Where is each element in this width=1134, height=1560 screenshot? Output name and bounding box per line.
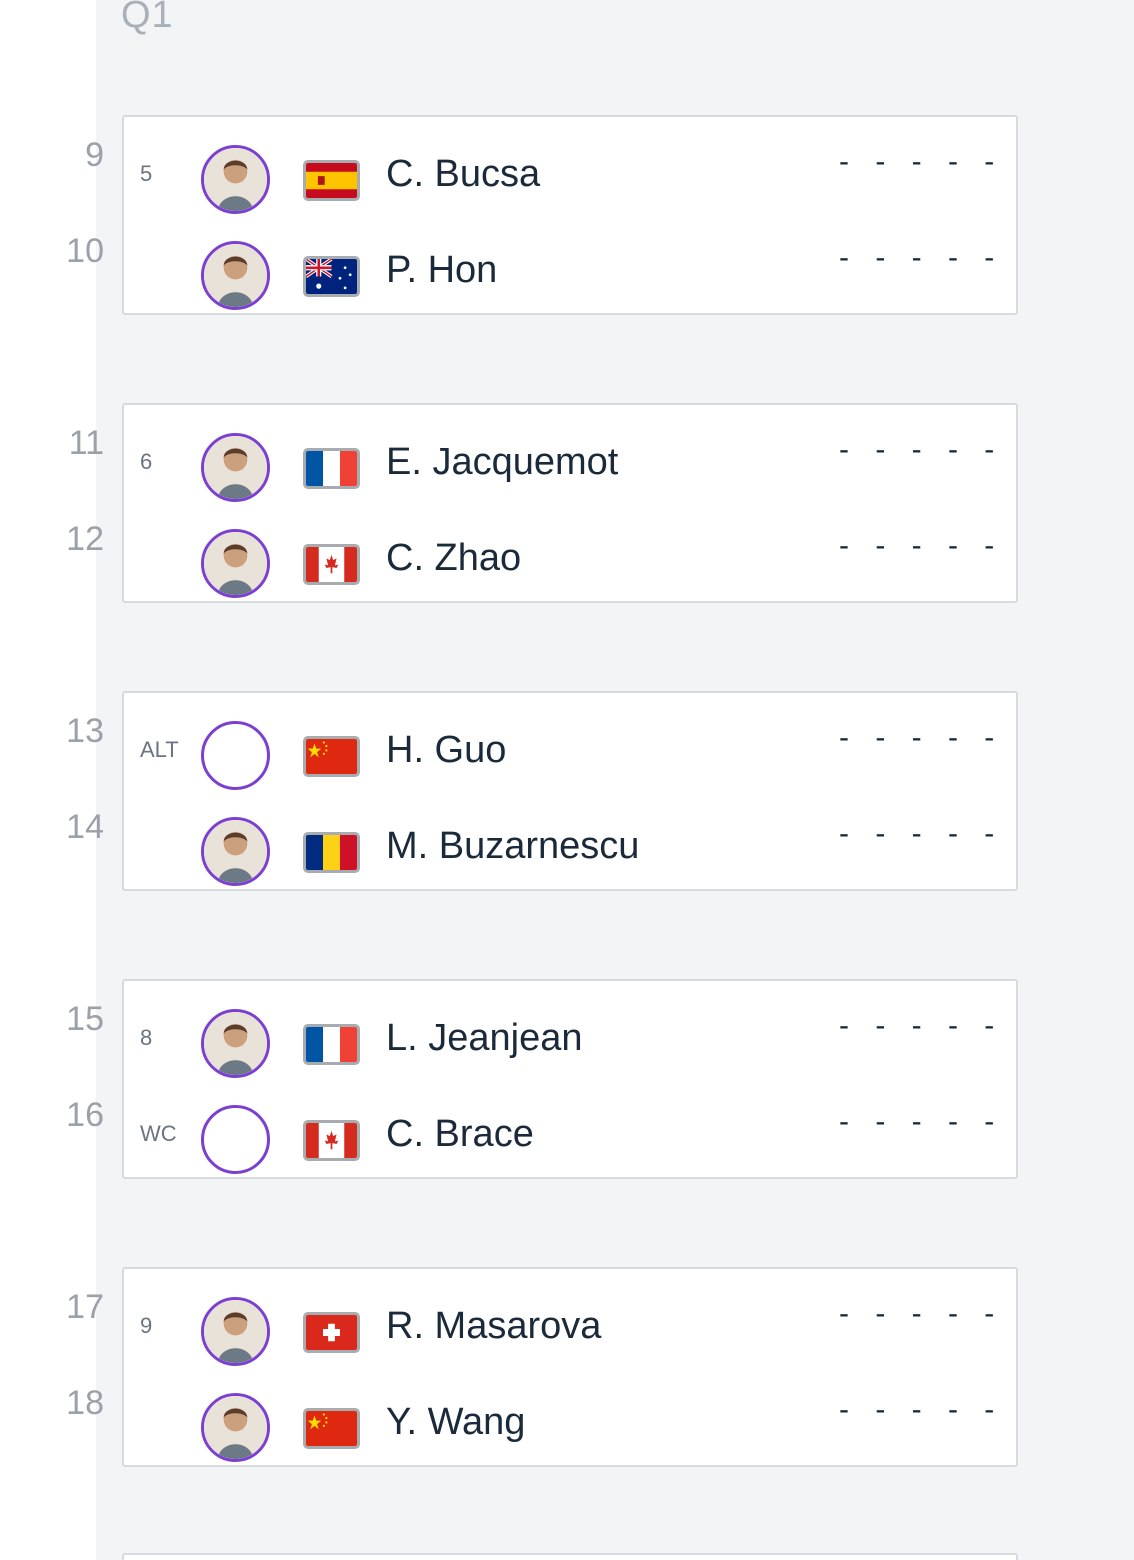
- draw-position: 9: [85, 136, 104, 174]
- china-flag-icon: [303, 736, 360, 777]
- seed-label: 8: [140, 1025, 153, 1050]
- draw-position: 13: [66, 712, 104, 750]
- australia-flag-icon: [303, 256, 360, 297]
- match-card[interactable]: 5 C. Bucsa - - - - - P. Hon - - - - -: [122, 115, 1018, 315]
- player-avatar: [201, 241, 270, 310]
- player-avatar: [201, 433, 270, 502]
- france-flag-icon: [303, 1024, 360, 1065]
- score: - - - - -: [839, 1009, 1004, 1042]
- seed-label: 6: [140, 449, 153, 474]
- draw-position: 18: [66, 1384, 104, 1422]
- draw-position: 11: [68, 424, 104, 462]
- player-name[interactable]: H. Guo: [386, 729, 506, 772]
- round-label: Q1: [121, 0, 174, 36]
- draw-position: 12: [66, 520, 104, 558]
- match-card[interactable]: ALT H. Guo - - - - - M. Buzarnescu - - -…: [122, 691, 1018, 891]
- spain-flag-icon: [303, 160, 360, 201]
- score: - - - - -: [839, 721, 1004, 754]
- score: - - - - -: [839, 1105, 1004, 1138]
- canada-flag-icon: [303, 544, 360, 585]
- china-flag-icon: [303, 1408, 360, 1449]
- player-row[interactable]: P. Hon - - - - -: [124, 227, 1016, 323]
- switzerland-flag-icon: [303, 1312, 360, 1353]
- player-avatar: [201, 1297, 270, 1366]
- player-row[interactable]: WC C. Brace - - - - -: [124, 1091, 1016, 1187]
- seed-label: ALT: [140, 737, 179, 762]
- player-avatar: [201, 817, 270, 886]
- player-avatar: [201, 529, 270, 598]
- canada-flag-icon: [303, 1120, 360, 1161]
- seed-label: 5: [140, 161, 153, 186]
- player-name[interactable]: P. Hon: [386, 249, 497, 292]
- draw-position: 17: [66, 1288, 104, 1326]
- player-row[interactable]: 9 R. Masarova - - - - -: [124, 1283, 1016, 1379]
- player-name[interactable]: L. Jeanjean: [386, 1017, 583, 1060]
- player-name[interactable]: M. Buzarnescu: [386, 825, 639, 868]
- draw-position: 14: [66, 808, 104, 846]
- player-row[interactable]: 8 L. Jeanjean - - - - -: [124, 995, 1016, 1091]
- player-avatar: [201, 1009, 270, 1078]
- player-row[interactable]: C. Zhao - - - - -: [124, 515, 1016, 611]
- draw-position: 16: [66, 1096, 104, 1134]
- player-name[interactable]: R. Masarova: [386, 1305, 601, 1348]
- player-row[interactable]: M. Buzarnescu - - - - -: [124, 803, 1016, 899]
- score: - - - - -: [839, 145, 1004, 178]
- score: - - - - -: [839, 241, 1004, 274]
- player-name[interactable]: Y. Wang: [386, 1401, 525, 1444]
- draw-position: 15: [66, 1000, 104, 1038]
- player-row[interactable]: 6 E. Jacquemot - - - - -: [124, 419, 1016, 515]
- score: - - - - -: [839, 529, 1004, 562]
- score: - - - - -: [839, 1297, 1004, 1330]
- seed-label: WC: [140, 1121, 177, 1146]
- player-avatar-empty: [201, 721, 270, 790]
- romania-flag-icon: [303, 832, 360, 873]
- player-name[interactable]: C. Brace: [386, 1113, 534, 1156]
- player-name[interactable]: C. Zhao: [386, 537, 521, 580]
- match-card[interactable]: 9 R. Masarova - - - - - Y. Wang - - - - …: [122, 1267, 1018, 1467]
- player-name[interactable]: E. Jacquemot: [386, 441, 618, 484]
- score: - - - - -: [839, 433, 1004, 466]
- player-row[interactable]: ALT H. Guo - - - - -: [124, 707, 1016, 803]
- player-row[interactable]: 5 C. Bucsa - - - - -: [124, 131, 1016, 227]
- seed-label: 9: [140, 1313, 153, 1338]
- draw-position: 10: [66, 232, 104, 270]
- player-avatar-empty: [201, 1105, 270, 1174]
- player-row[interactable]: Y. Wang - - - - -: [124, 1379, 1016, 1475]
- player-avatar: [201, 1393, 270, 1462]
- score: - - - - -: [839, 817, 1004, 850]
- match-card[interactable]: 8 L. Jeanjean - - - - - WC C. Brace - - …: [122, 979, 1018, 1179]
- player-name[interactable]: C. Bucsa: [386, 153, 540, 196]
- next-match-card-edge: [122, 1553, 1018, 1560]
- france-flag-icon: [303, 448, 360, 489]
- player-avatar: [201, 145, 270, 214]
- match-card[interactable]: 6 E. Jacquemot - - - - - C. Zhao - - - -…: [122, 403, 1018, 603]
- score: - - - - -: [839, 1393, 1004, 1426]
